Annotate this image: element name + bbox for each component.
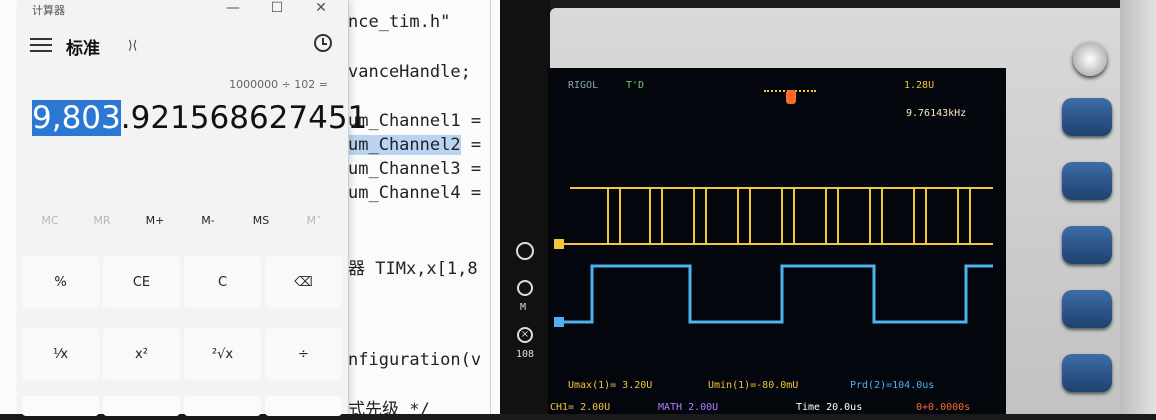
- m-plus-button[interactable]: M+: [135, 214, 175, 227]
- code-line-1[interactable]: nce_tim.h": [348, 12, 450, 32]
- waveform-display: [554, 187, 993, 327]
- ch1-marker: [554, 239, 564, 249]
- backspace-button[interactable]: ⌫: [265, 256, 342, 308]
- ch2-marker: [554, 317, 564, 327]
- ch1-scale: CH1= 2.00U: [550, 402, 611, 413]
- mr-button[interactable]: MR: [82, 214, 122, 227]
- close-button[interactable]: ✕: [306, 0, 336, 16]
- memory-list-button[interactable]: M˅: [294, 214, 334, 227]
- divide-button[interactable]: ÷: [265, 328, 342, 380]
- percent-button[interactable]: %: [22, 256, 99, 308]
- softkey-2[interactable]: [1062, 162, 1112, 200]
- code-line-9[interactable]: 式先级 */: [348, 395, 430, 420]
- ch2-square-wave: [562, 264, 993, 324]
- m-minus-button[interactable]: M-: [188, 214, 228, 227]
- softkey-1[interactable]: [1062, 98, 1112, 136]
- square-button[interactable]: x²: [103, 328, 180, 380]
- clear-button[interactable]: C: [184, 256, 261, 308]
- code-line-7[interactable]: 器 TIMx,x[1,8: [348, 254, 478, 279]
- ch1-edges: [607, 188, 971, 244]
- trigger-offset: 0+0.0000s: [916, 402, 971, 413]
- key-row-3-1[interactable]: [22, 396, 99, 416]
- key-row-3-3[interactable]: [184, 396, 261, 416]
- keep-on-top-icon[interactable]: ⟩⟨: [128, 38, 137, 52]
- key-row-3-2[interactable]: [103, 396, 180, 416]
- code-line-2[interactable]: vanceHandle;: [348, 62, 471, 82]
- side-label-m: M: [520, 302, 527, 313]
- knob-icon[interactable]: [1073, 42, 1107, 76]
- vmin-readout: Umin(1)=-80.0mU: [708, 380, 799, 391]
- minimize-button[interactable]: —: [218, 0, 248, 16]
- selected-text: um_Channel2: [348, 135, 461, 155]
- square-root-button[interactable]: ²√x: [184, 328, 261, 380]
- timebase-readout: Time 20.0us: [796, 402, 863, 413]
- code-line-8[interactable]: nfiguration(v: [348, 350, 481, 370]
- maximize-button[interactable]: ☐: [262, 0, 292, 16]
- softkey-3[interactable]: [1062, 226, 1112, 264]
- mode-title: 标准: [66, 39, 100, 59]
- target-icon: [517, 280, 533, 296]
- cross-circle-icon: ×: [517, 327, 533, 343]
- reciprocal-button[interactable]: ⅟x: [22, 328, 99, 380]
- softkey-5[interactable]: [1062, 354, 1112, 392]
- ms-button[interactable]: MS: [241, 214, 281, 227]
- softkey-4[interactable]: [1062, 290, 1112, 328]
- code-line-4[interactable]: um_Channel2 =: [348, 135, 481, 155]
- code-line-3[interactable]: um_Channel1 =: [348, 111, 481, 131]
- key-row-3-4[interactable]: [265, 396, 342, 416]
- right-panel: [1120, 0, 1156, 414]
- timer-icon: [516, 242, 534, 260]
- result-rest: .921568627451: [120, 100, 368, 136]
- editor-margin-line: [490, 0, 491, 414]
- math-scale: MATH 2.00U: [658, 402, 719, 413]
- calculator-window: 计算器 — ☐ ✕ 标准 ⟩⟨ 1000000 ÷ 102 = 9,803.92…: [18, 0, 367, 416]
- expression-display: 1000000 ÷ 102 =: [229, 78, 328, 91]
- side-label-108: 108: [516, 349, 535, 360]
- code-line-6[interactable]: um_Channel4 =: [348, 183, 481, 203]
- result-selected: 9,803: [32, 100, 121, 136]
- scope-screen: RIGOL T'D 1.28U 9.76143kHz Umax(1)= 3.20…: [548, 68, 1006, 414]
- vmax-readout: Umax(1)= 3.20U: [568, 380, 653, 391]
- result-display: 9,803.921568627451: [32, 100, 367, 136]
- hamburger-menu-icon[interactable]: [30, 36, 52, 52]
- ce-button[interactable]: CE: [103, 256, 180, 308]
- mc-button[interactable]: MC: [30, 214, 70, 227]
- period-readout: Prd(2)=104.0us: [850, 380, 935, 391]
- code-line-5[interactable]: um_Channel3 =: [348, 159, 481, 179]
- window-title: 计算器: [32, 4, 65, 17]
- history-icon[interactable]: [314, 34, 332, 52]
